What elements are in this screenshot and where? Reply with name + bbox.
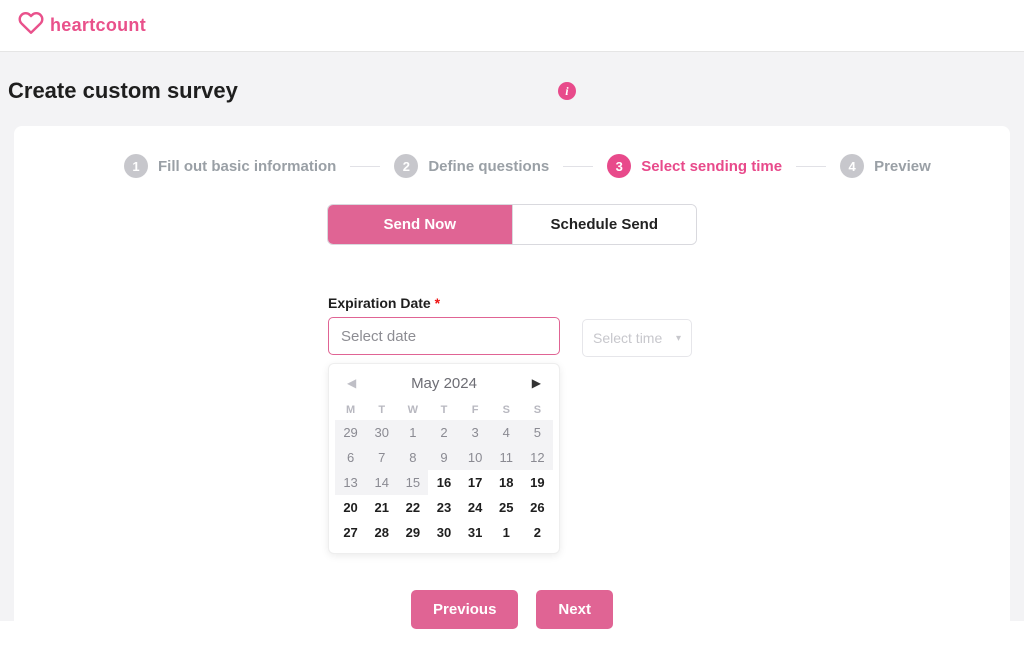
previous-button[interactable]: Previous	[411, 590, 518, 629]
calendar-day: 9	[428, 445, 459, 470]
step-num: 2	[394, 154, 418, 178]
calendar-day: 14	[366, 470, 397, 495]
send-tabs: Send Now Schedule Send	[327, 204, 697, 245]
tab-schedule-send[interactable]: Schedule Send	[512, 205, 697, 244]
calendar-day[interactable]: 29	[397, 520, 428, 545]
calendar-day: 1	[397, 420, 428, 445]
calendar-day[interactable]: 19	[522, 470, 553, 495]
calendar-day: 4	[491, 420, 522, 445]
calendar-day: 30	[366, 420, 397, 445]
step-num: 4	[840, 154, 864, 178]
calendar-day[interactable]: 26	[522, 495, 553, 520]
calendar-dow: F	[460, 400, 491, 420]
calendar-dow: S	[522, 400, 553, 420]
card: 1 Fill out basic information 2 Define qu…	[14, 126, 1010, 669]
calendar-day[interactable]: 21	[366, 495, 397, 520]
label-text: Expiration Date	[328, 295, 431, 311]
step-label: Preview	[874, 158, 931, 175]
calendar-day: 13	[335, 470, 366, 495]
calendar-day[interactable]: 27	[335, 520, 366, 545]
calendar-day: 11	[491, 445, 522, 470]
step-label: Define questions	[428, 158, 549, 175]
calendar-days-grid: 2930123456789101112131415161718192021222…	[335, 420, 553, 545]
calendar-title[interactable]: May 2024	[411, 375, 477, 392]
calendar-day: 8	[397, 445, 428, 470]
calendar-day[interactable]: 28	[366, 520, 397, 545]
calendar-next-icon[interactable]: ▶	[528, 374, 545, 392]
required-mark: *	[435, 295, 440, 311]
calendar-dow: W	[397, 400, 428, 420]
calendar-day: 29	[335, 420, 366, 445]
calendar-day: 6	[335, 445, 366, 470]
calendar: ◀ May 2024 ▶ MTWTFSS 2930123456789101112…	[328, 363, 560, 554]
expiration-date-label: Expiration Date *	[328, 295, 560, 311]
date-placeholder: Select date	[341, 328, 416, 345]
calendar-day[interactable]: 23	[428, 495, 459, 520]
calendar-day[interactable]: 18	[491, 470, 522, 495]
calendar-dow: T	[366, 400, 397, 420]
step-connector	[350, 166, 380, 167]
calendar-day[interactable]: 17	[460, 470, 491, 495]
calendar-day[interactable]: 16	[428, 470, 459, 495]
expiration-date-input[interactable]: Select date	[328, 317, 560, 355]
calendar-dow-row: MTWTFSS	[335, 400, 553, 420]
footer-buttons: Previous Next	[124, 590, 900, 629]
calendar-dow: S	[491, 400, 522, 420]
calendar-day[interactable]: 31	[460, 520, 491, 545]
calendar-day[interactable]: 20	[335, 495, 366, 520]
time-field: Select time ▾	[582, 319, 692, 357]
calendar-day[interactable]: 25	[491, 495, 522, 520]
chevron-down-icon: ▾	[676, 333, 681, 344]
step-basic-info[interactable]: 1 Fill out basic information	[124, 154, 336, 178]
calendar-day: 10	[460, 445, 491, 470]
calendar-day[interactable]: 30	[428, 520, 459, 545]
next-button[interactable]: Next	[536, 590, 613, 629]
calendar-day: 15	[397, 470, 428, 495]
form-area: Expiration Date * Select date ◀ May 2024…	[328, 295, 698, 554]
calendar-day[interactable]: 1	[491, 520, 522, 545]
calendar-day: 2	[428, 420, 459, 445]
step-define-questions[interactable]: 2 Define questions	[394, 154, 549, 178]
calendar-day: 5	[522, 420, 553, 445]
step-connector	[796, 166, 826, 167]
calendar-dow: T	[428, 400, 459, 420]
calendar-day: 12	[522, 445, 553, 470]
step-label: Fill out basic information	[158, 158, 336, 175]
step-num: 1	[124, 154, 148, 178]
step-select-sending-time[interactable]: 3 Select sending time	[607, 154, 782, 178]
page-title: Create custom survey	[8, 78, 238, 104]
info-icon[interactable]: i	[558, 82, 576, 100]
brand-name: heartcount	[50, 15, 146, 36]
tab-send-now[interactable]: Send Now	[328, 205, 512, 244]
page-band: Create custom survey i 1 Fill out basic …	[0, 52, 1024, 621]
heart-icon	[18, 10, 44, 41]
calendar-day[interactable]: 2	[522, 520, 553, 545]
stepper: 1 Fill out basic information 2 Define qu…	[124, 154, 900, 178]
calendar-day: 3	[460, 420, 491, 445]
step-label: Select sending time	[641, 158, 782, 175]
calendar-day[interactable]: 24	[460, 495, 491, 520]
time-placeholder: Select time	[593, 330, 662, 346]
calendar-prev-icon[interactable]: ◀	[343, 374, 360, 392]
time-select[interactable]: Select time ▾	[582, 319, 692, 357]
calendar-day: 7	[366, 445, 397, 470]
calendar-dow: M	[335, 400, 366, 420]
calendar-day[interactable]: 22	[397, 495, 428, 520]
step-num: 3	[607, 154, 631, 178]
step-connector	[563, 166, 593, 167]
topbar: heartcount	[0, 0, 1024, 52]
expiration-date-field: Expiration Date * Select date ◀ May 2024…	[328, 295, 560, 554]
brand[interactable]: heartcount	[18, 10, 146, 41]
step-preview[interactable]: 4 Preview	[840, 154, 931, 178]
